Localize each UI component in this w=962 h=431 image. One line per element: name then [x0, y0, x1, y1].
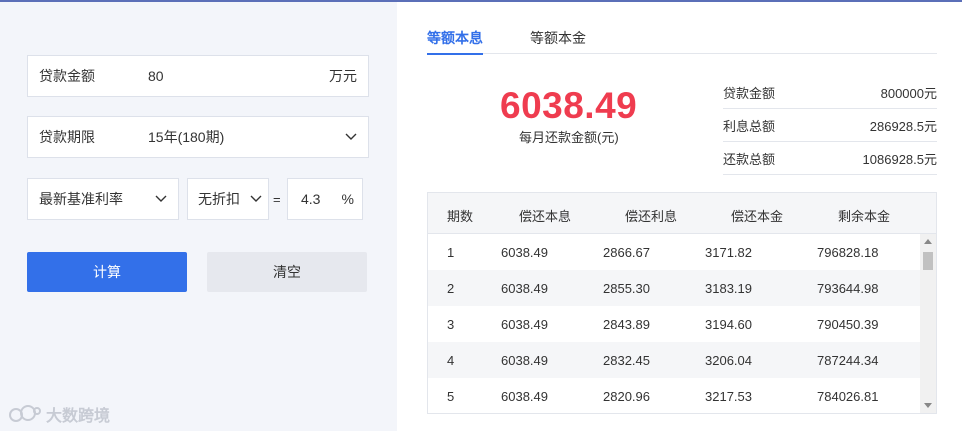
table-scrollbar[interactable] [920, 234, 936, 413]
table-cell: 2855.30 [603, 281, 650, 296]
tab-equal-principal[interactable]: 等额本金 [530, 28, 586, 54]
column-header: 剩余本金 [838, 209, 891, 224]
table-cell: 3 [447, 317, 455, 332]
table-cell: 790450.39 [817, 317, 879, 332]
loan-term-select[interactable]: 贷款期限 15年(180期) [27, 116, 369, 158]
rate-value-input[interactable]: 4.3 [301, 191, 320, 207]
tab-label: 等额本息 [427, 30, 483, 46]
table-row: 3 6038.49 2843.89 3194.60 790450.39 [428, 306, 920, 342]
scroll-down-arrow-icon[interactable] [924, 403, 932, 408]
table-row: 5 6038.49 2820.96 3217.53 784026.81 [428, 378, 920, 413]
summary-label: 利息总额 [723, 118, 776, 134]
summary-value: 800000元 [880, 85, 937, 101]
scrollbar-thumb[interactable] [923, 252, 933, 270]
equals-sign: = [273, 192, 281, 207]
table-cell: 5 [447, 389, 455, 404]
table-cell: 6038.49 [501, 389, 548, 404]
rate-value-field[interactable]: 4.3 % [287, 178, 363, 220]
summary-row: 贷款金额 800000元 [723, 76, 937, 109]
active-tab-indicator [427, 53, 483, 55]
discount-label: 无折扣 [198, 191, 240, 207]
repayment-schedule-table: 期数 偿还本息 偿还利息 偿还本金 剩余本金 1 6038.49 2866.67… [427, 192, 937, 414]
table-row: 2 6038.49 2855.30 3183.19 793644.98 [428, 270, 920, 306]
watermark-text: 大数跨境 [46, 408, 111, 425]
table-cell: 3194.60 [705, 317, 752, 332]
summary-value: 1086928.5元 [862, 151, 937, 167]
table-cell: 3206.04 [705, 353, 752, 368]
table-cell: 3171.82 [705, 245, 752, 260]
table-cell: 2866.67 [603, 245, 650, 260]
monthly-payment-caption: 每月还款金额(元) [519, 130, 619, 145]
loan-amount-field[interactable]: 贷款金额 80 万元 [27, 55, 369, 97]
table-cell: 6038.49 [501, 281, 548, 296]
chevron-down-icon [344, 129, 358, 146]
table-cell: 787244.34 [817, 353, 879, 368]
scroll-up-arrow-icon[interactable] [924, 239, 932, 244]
calculate-button[interactable]: 计算 [27, 252, 187, 292]
rate-unit: % [341, 191, 354, 207]
discount-select[interactable]: 无折扣 [187, 178, 269, 220]
watermark: 大数跨境 [8, 402, 110, 426]
table-row: 1 6038.49 2866.67 3171.82 796828.18 [428, 234, 920, 270]
table-cell: 2820.96 [603, 389, 650, 404]
table-body: 1 6038.49 2866.67 3171.82 796828.18 2 60… [428, 234, 920, 413]
table-cell: 6038.49 [501, 353, 548, 368]
table-cell: 6038.49 [501, 245, 548, 260]
clear-button[interactable]: 清空 [207, 252, 367, 292]
tab-equal-installment[interactable]: 等额本息 [427, 28, 483, 55]
table-cell: 6038.49 [501, 317, 548, 332]
rate-type-select[interactable]: 最新基准利率 [27, 178, 179, 220]
table-cell: 784026.81 [817, 389, 879, 404]
table-cell: 3183.19 [705, 281, 752, 296]
summary-value: 286928.5元 [869, 118, 937, 134]
table-cell: 2843.89 [603, 317, 650, 332]
watermark-logo-icon [9, 405, 41, 422]
table-cell: 793644.98 [817, 281, 879, 296]
chevron-down-icon [249, 191, 263, 208]
summary-row: 还款总额 1086928.5元 [723, 142, 937, 175]
chevron-down-icon [154, 191, 168, 208]
summary-label: 贷款金额 [723, 85, 776, 101]
table-cell: 2 [447, 281, 455, 296]
summary-row: 利息总额 286928.5元 [723, 109, 937, 142]
loan-amount-unit: 万元 [329, 68, 357, 84]
column-header: 偿还本息 [519, 209, 572, 224]
loan-term-value: 15年(180期) [148, 129, 225, 145]
monthly-payment-amount: 6038.49 [500, 85, 638, 126]
table-cell: 2832.45 [603, 353, 650, 368]
loan-amount-label: 贷款金额 [39, 68, 95, 84]
column-header: 偿还利息 [625, 209, 678, 224]
tab-label: 等额本金 [530, 30, 586, 46]
table-row: 4 6038.49 2832.45 3206.04 787244.34 [428, 342, 920, 378]
loan-amount-input[interactable]: 80 [148, 68, 164, 84]
rate-type-label: 最新基准利率 [39, 191, 123, 207]
column-header: 偿还本金 [731, 209, 784, 224]
column-header: 期数 [447, 209, 474, 224]
table-cell: 4 [447, 353, 455, 368]
table-cell: 796828.18 [817, 245, 879, 260]
loan-term-label: 贷款期限 [39, 129, 95, 145]
table-header: 期数 偿还本息 偿还利息 偿还本金 剩余本金 [428, 193, 936, 234]
calculator-form-panel: 贷款金额 80 万元 贷款期限 15年(180期) 最新基准利率 无折扣 = 4… [0, 2, 397, 431]
table-cell: 3217.53 [705, 389, 752, 404]
table-cell: 1 [447, 245, 455, 260]
summary-label: 还款总额 [723, 151, 776, 167]
repayment-method-tabs: 等额本息 等额本金 [427, 28, 937, 55]
